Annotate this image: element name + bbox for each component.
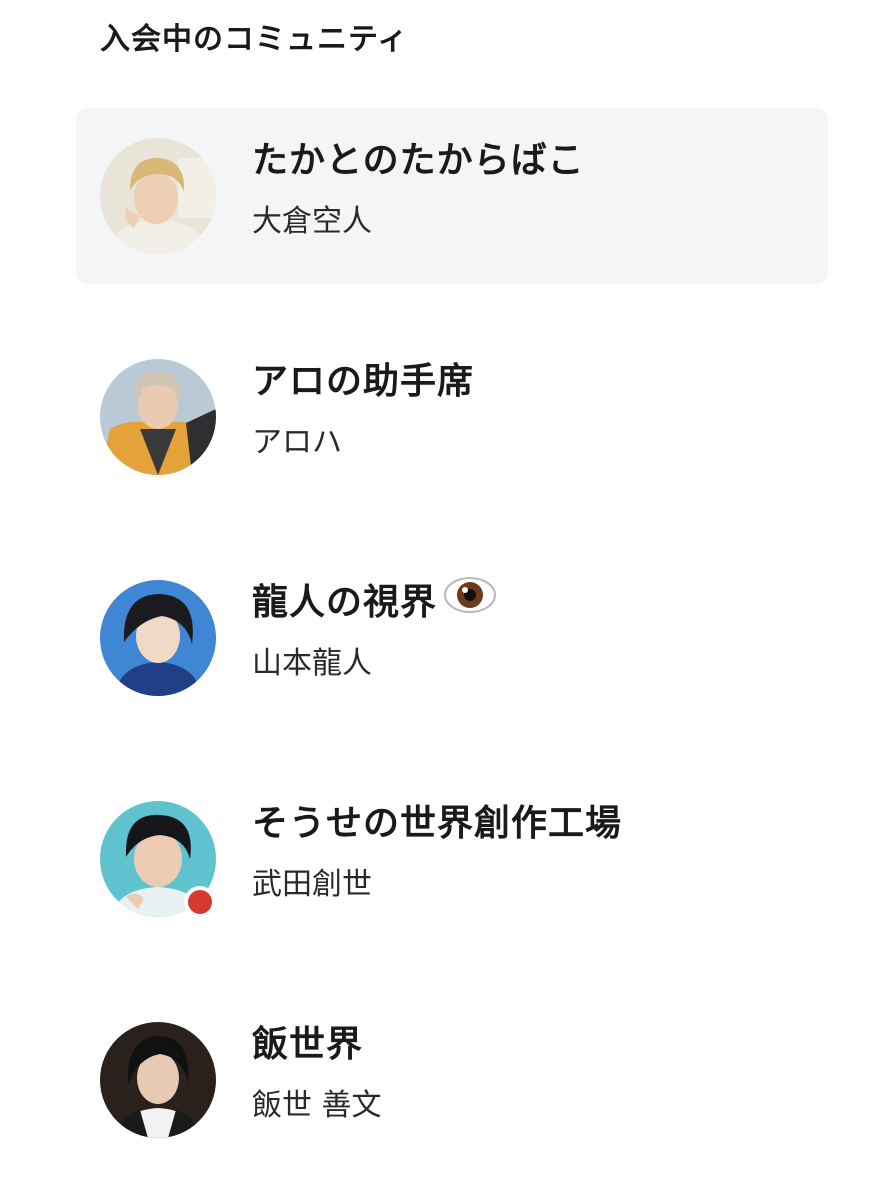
community-item-takato[interactable]: たかとのたからばこ 大倉空人	[76, 108, 828, 284]
eye-icon	[443, 575, 497, 627]
community-page: 入会中のコミュニティ たかとのたからばこ 大倉空人 アロの助手席 アロハ 龍人の…	[0, 0, 887, 1200]
community-item-iise[interactable]: 飯世界 飯世 善文	[76, 992, 828, 1168]
owner-name: 大倉空人	[252, 204, 372, 239]
community-name-text: 龍人の視界	[252, 582, 438, 623]
avatar	[100, 138, 216, 254]
owner-name: 飯世 善文	[252, 1088, 382, 1123]
avatar	[100, 1022, 216, 1138]
community-list: たかとのたからばこ 大倉空人 アロの助手席 アロハ 龍人の視界 山本龍人 そうせ…	[76, 108, 828, 1168]
community-name: たかとのたからばこ	[252, 140, 585, 181]
community-item-aro[interactable]: アロの助手席 アロハ	[76, 329, 828, 505]
community-name: アロの助手席	[252, 361, 475, 402]
section-title: 入会中のコミュニティ	[100, 22, 409, 57]
owner-name: 武田創世	[252, 867, 372, 902]
community-item-ryuto[interactable]: 龍人の視界 山本龍人	[76, 550, 828, 726]
owner-name: アロハ	[252, 425, 342, 460]
avatar	[100, 359, 216, 475]
community-name: 龍人の視界	[252, 577, 497, 627]
live-indicator-dot	[184, 886, 216, 918]
community-name: そうせの世界創作工場	[252, 803, 623, 844]
avatar	[100, 580, 216, 696]
community-name: 飯世界	[252, 1024, 364, 1065]
community-item-sose[interactable]: そうせの世界創作工場 武田創世	[76, 771, 828, 947]
owner-name: 山本龍人	[252, 646, 372, 681]
